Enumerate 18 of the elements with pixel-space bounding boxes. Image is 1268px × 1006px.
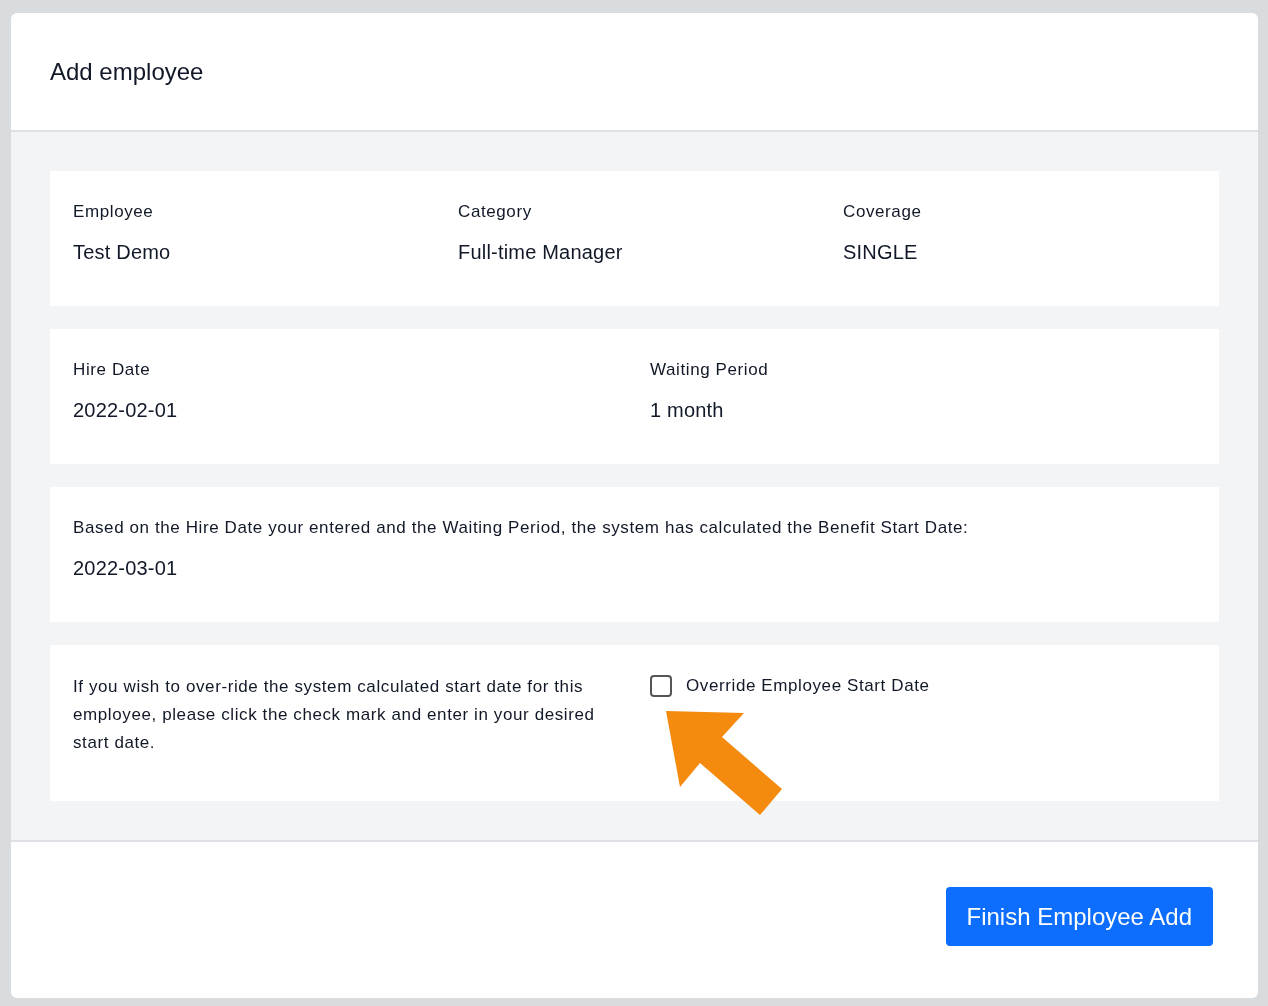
finish-employee-add-button[interactable]: Finish Employee Add <box>945 887 1213 946</box>
dialog-title: Add employee <box>50 57 204 86</box>
field-value: 1 month <box>650 398 725 423</box>
field-label: Hire Date <box>73 359 152 381</box>
arrow-icon <box>664 711 784 817</box>
field-value: 2022-02-01 <box>73 398 179 423</box>
override-checkbox[interactable] <box>650 675 672 697</box>
benefit-explanation: Based on the Hire Date your entered and the Waiting Period, the system has calculated the Benefit Start Date: <box>73 517 970 539</box>
field-label: Employee <box>73 201 155 223</box>
field-label: Waiting Period <box>650 359 770 381</box>
field-value: SINGLE <box>843 240 919 265</box>
field-label: Coverage <box>843 201 923 223</box>
checkbox-label[interactable]: Override Employee Start Date <box>686 673 930 699</box>
override-instructions: If you wish to over-ride the system calculated start date for this employee, please click the check mark and enter in your desired start date. <box>73 676 596 754</box>
field-value: Full-time Manager <box>458 240 624 265</box>
field-value: Test Demo <box>73 240 172 265</box>
benefit-start-date: 2022-03-01 <box>73 556 179 581</box>
field-label: Category <box>458 201 533 223</box>
